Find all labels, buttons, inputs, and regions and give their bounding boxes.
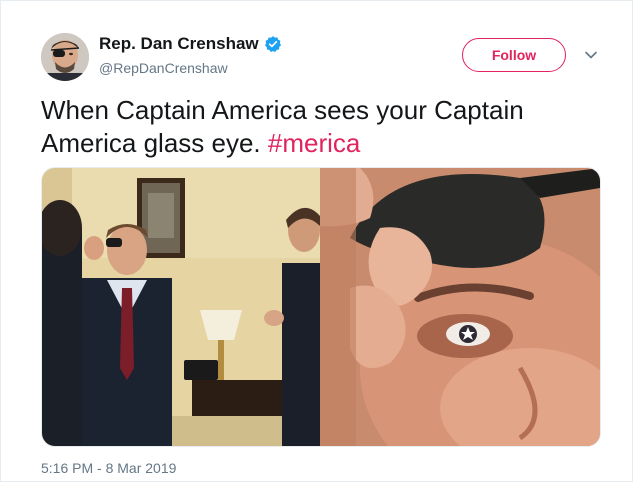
photo-left-image <box>42 168 320 446</box>
tweet-timestamp[interactable]: 5:16 PM - 8 Mar 2019 <box>41 460 176 476</box>
avatar-image <box>41 33 89 81</box>
author-display-name[interactable]: Rep. Dan Crenshaw <box>99 34 259 54</box>
author-handle[interactable]: @RepDanCrenshaw <box>99 60 228 76</box>
photo-right-image <box>320 168 600 446</box>
chevron-down-icon[interactable] <box>583 47 599 63</box>
verified-badge-icon <box>264 36 281 52</box>
tweet-card: Rep. Dan Crenshaw @RepDanCrenshaw Follow… <box>0 0 633 482</box>
avatar[interactable] <box>41 33 89 81</box>
author-name-row[interactable]: Rep. Dan Crenshaw <box>99 34 282 54</box>
follow-button[interactable]: Follow <box>462 38 566 72</box>
photo-right[interactable] <box>320 168 600 446</box>
hashtag-link[interactable]: #merica <box>268 128 360 158</box>
media-grid <box>41 167 601 447</box>
photo-left[interactable] <box>42 168 320 446</box>
tweet-text: When Captain America sees your Captain A… <box>41 94 601 160</box>
